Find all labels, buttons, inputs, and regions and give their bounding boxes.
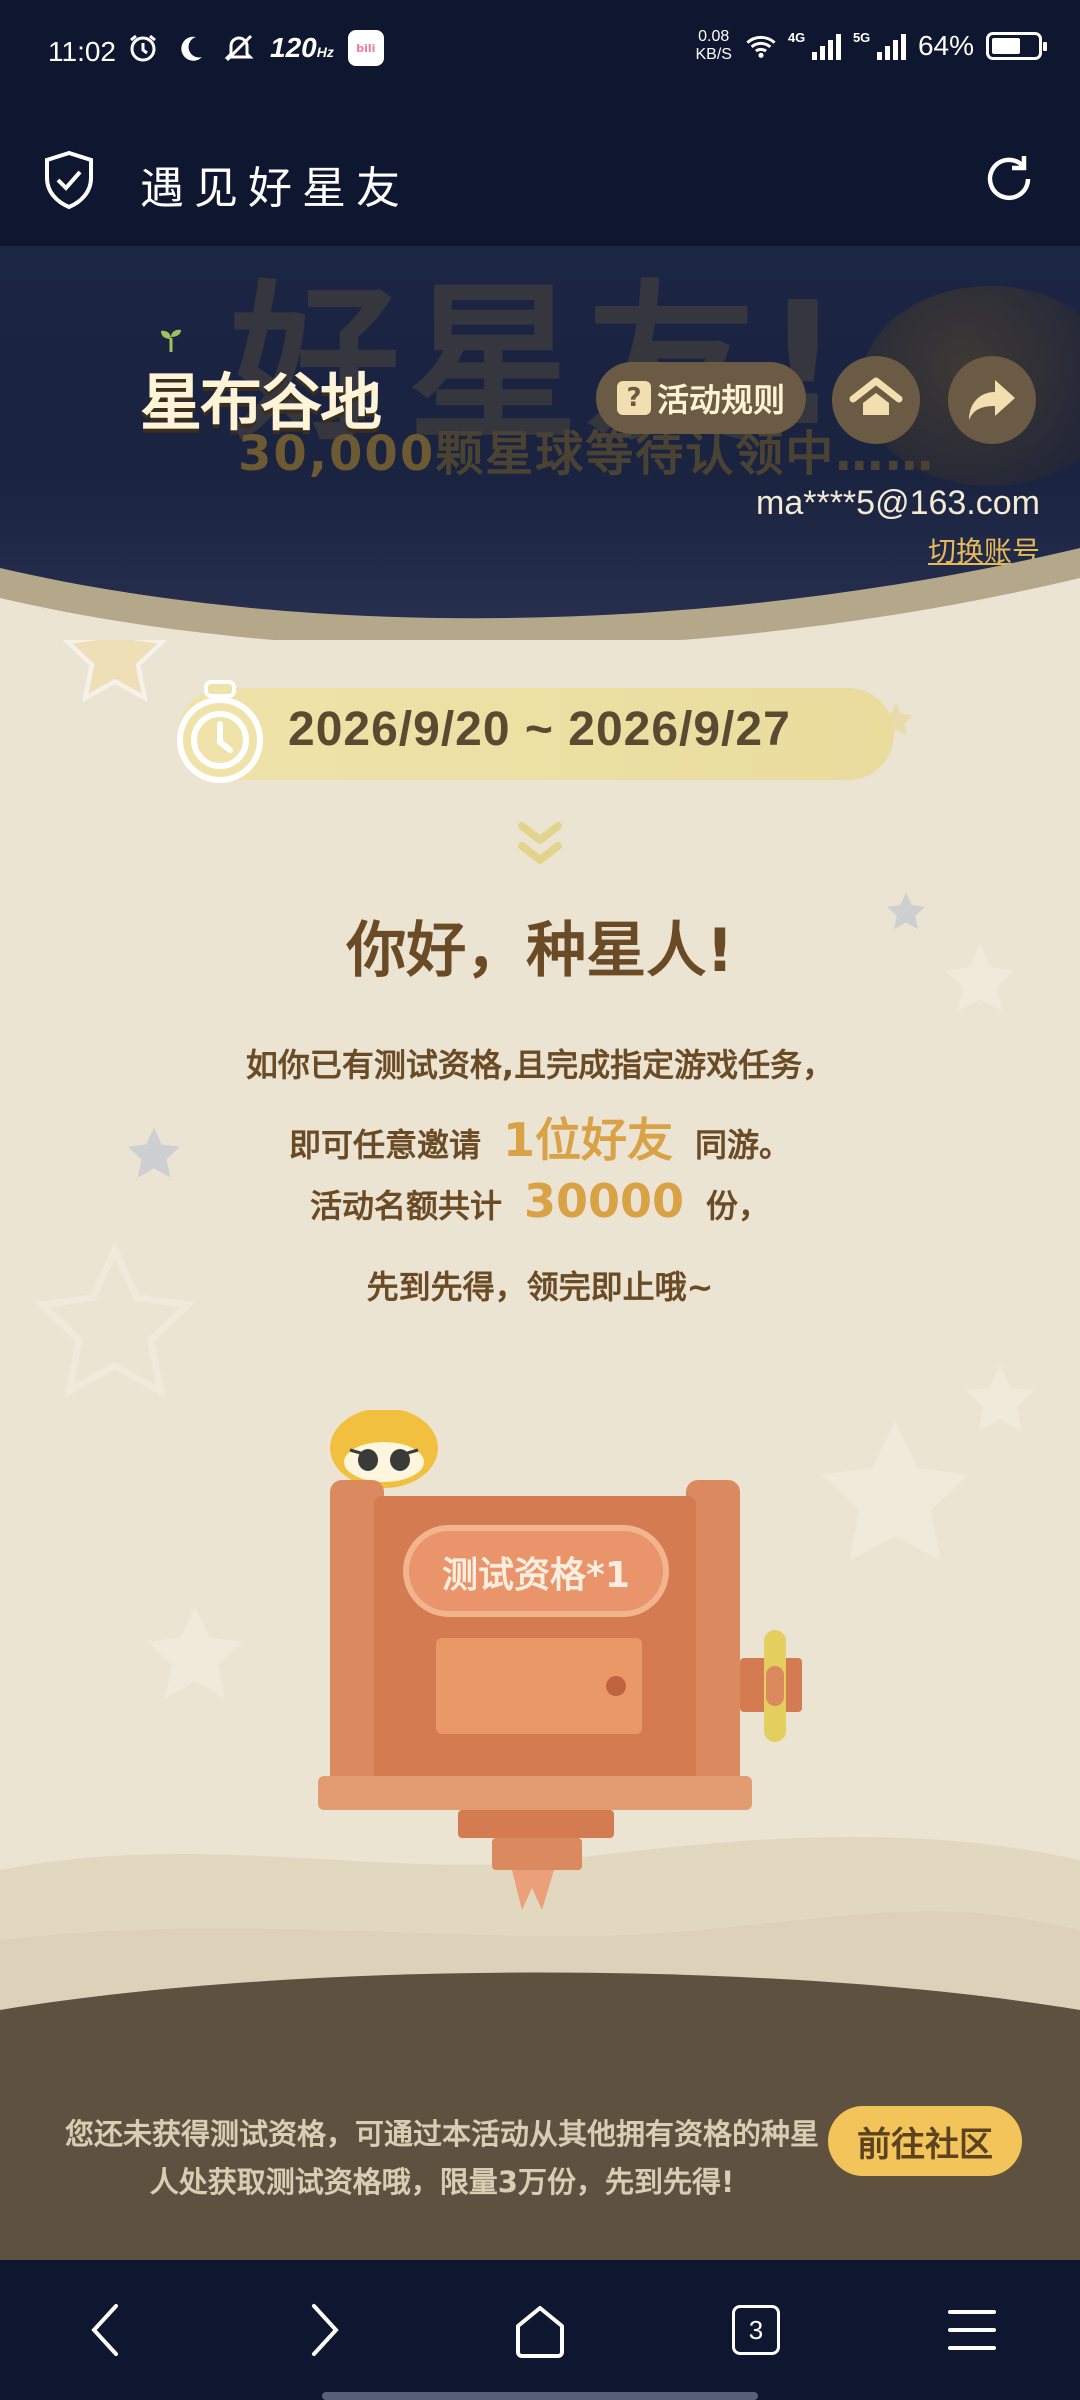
home-icon xyxy=(849,377,903,415)
share-button[interactable] xyxy=(948,356,1036,444)
moon-icon xyxy=(174,31,208,65)
home-button[interactable] xyxy=(832,356,920,444)
status-icons-left: 120Hz bili xyxy=(126,30,384,66)
net-speed: 0.08 KB/S xyxy=(695,28,732,63)
rules-button[interactable]: ? 活动规则 xyxy=(596,362,806,434)
bilibili-icon: bili xyxy=(347,30,384,66)
status-icons-right: 0.08 KB/S 4G 5G 64% xyxy=(695,28,1047,64)
bottom-panel: 您还未获得测试资格，可通过本活动从其他拥有资格的种星人处获取测试资格哦，限量3万… xyxy=(0,2010,1080,2260)
alarm-icon xyxy=(126,31,160,65)
chevron-right-icon xyxy=(312,2304,339,2356)
tabs-button[interactable]: 3 xyxy=(726,2300,786,2360)
refresh-rate: 120Hz xyxy=(270,32,334,63)
hero-banner: 好星友! 30,000颗星球等待认领中…… 星布谷地 ? 活动规则 ma****… xyxy=(0,246,1080,666)
chevron-down-icon xyxy=(518,822,562,864)
intro-line-4: 先到先得，领完即止哦~ xyxy=(366,1268,714,1306)
forward-button[interactable] xyxy=(294,2300,354,2360)
tab-count: 3 xyxy=(732,2305,780,2355)
status-time: 11:02 xyxy=(48,36,116,67)
mute-bell-icon xyxy=(222,31,256,65)
browser-nav-bar: 3 xyxy=(0,2260,1080,2400)
highlight-friend-count: 1位好友 xyxy=(502,1113,673,1167)
page-title: 遇见好星友 xyxy=(140,163,410,214)
home-indicator xyxy=(322,2392,758,2400)
wifi-icon xyxy=(744,29,778,63)
back-button[interactable] xyxy=(76,2300,136,2360)
menu-button[interactable] xyxy=(942,2300,1002,2360)
main-content: 2026/9/20 ~ 2026/9/27 你好，种星人! 如你已有测试资格,且… xyxy=(0,640,1080,2020)
shield-check-icon[interactable] xyxy=(42,150,96,210)
highlight-quota: 30000 xyxy=(523,1174,685,1228)
menu-icon xyxy=(948,2310,996,2350)
star-decoration xyxy=(147,1606,243,1698)
go-community-button[interactable]: 前往社区 xyxy=(828,2106,1022,2176)
qualification-box: 测试资格*1 xyxy=(310,1410,830,1930)
star-decoration xyxy=(62,640,168,703)
qualification-message: 您还未获得测试资格，可通过本活动从其他拥有资格的种星人处获取测试资格哦，限量3万… xyxy=(64,2117,819,2199)
signal-5g-icon: 5G xyxy=(853,30,906,60)
intro-line-2: 即可任意邀请 1位好友 同游。 xyxy=(288,1113,792,1167)
game-logo: 星布谷地 xyxy=(140,329,382,442)
status-bar: 11:02 120Hz bili 0.08 KB/S 4G 5G 64% xyxy=(0,0,1080,110)
chevron-left-icon xyxy=(91,2304,118,2356)
box-illustration xyxy=(318,1410,802,1910)
signal-4g-icon: 4G xyxy=(788,30,841,60)
intro-line-1: 如你已有测试资格,且完成指定游戏任务， xyxy=(245,1046,835,1084)
date-range: 2026/9/20 ~ 2026/9/27 xyxy=(288,703,791,756)
intro-line-3: 活动名额共计 30000 份， xyxy=(309,1174,771,1228)
question-icon: ? xyxy=(616,381,651,415)
date-range-pill: 2026/9/20 ~ 2026/9/27 xyxy=(177,680,894,783)
star-decoration xyxy=(821,1420,969,1562)
refresh-icon[interactable] xyxy=(980,150,1038,208)
battery-icon xyxy=(986,32,1047,60)
account-email: ma****5@163.com xyxy=(756,484,1040,522)
home-nav-button[interactable] xyxy=(510,2300,570,2360)
app-bar: 遇见好星友 xyxy=(0,110,1080,246)
greeting-heading: 你好，种星人! xyxy=(346,916,734,986)
sprout-icon xyxy=(161,329,181,352)
battery-percent: 64% xyxy=(917,30,974,61)
rules-label: 活动规则 xyxy=(656,381,785,419)
qualification-label: 测试资格*1 xyxy=(442,1555,630,1596)
share-icon xyxy=(969,380,1015,420)
home-outline-icon xyxy=(516,2306,564,2358)
clock-icon xyxy=(177,680,263,783)
